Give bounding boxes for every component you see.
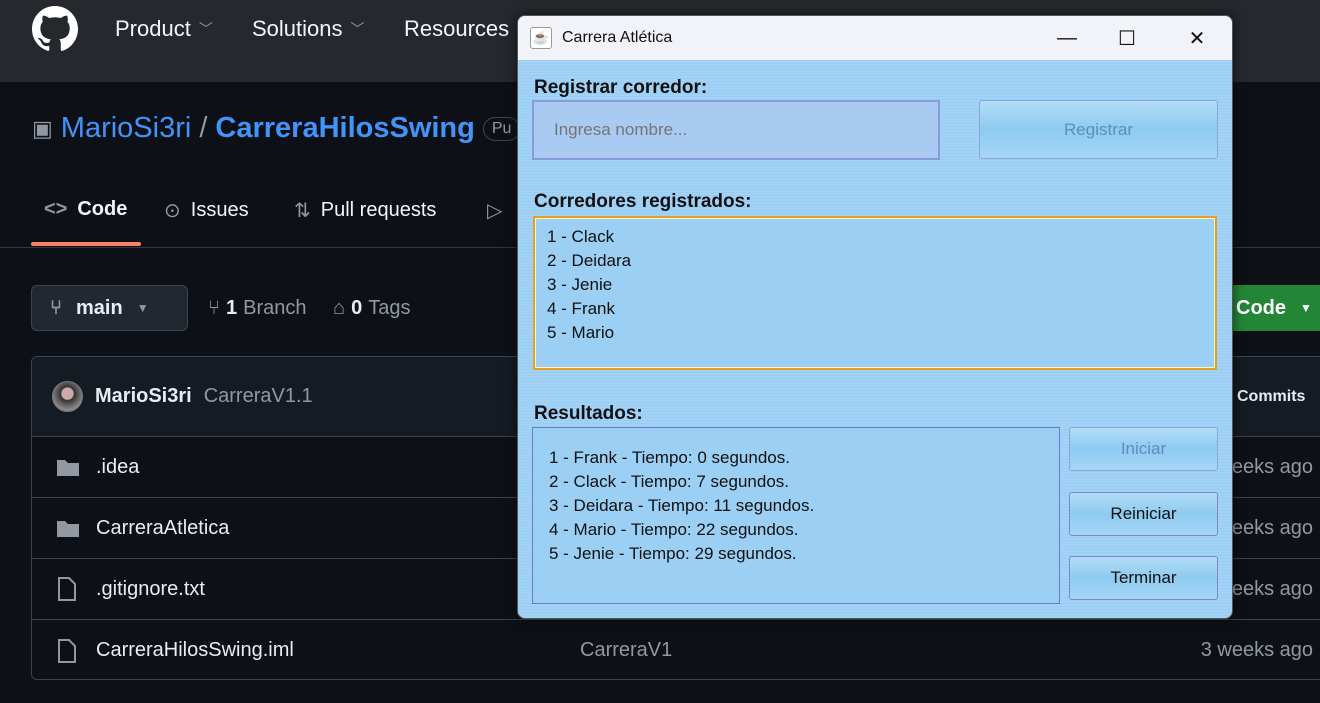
finish-button[interactable]: Terminar bbox=[1069, 556, 1218, 600]
nav-solutions[interactable]: Solutions ﹀ bbox=[252, 16, 365, 42]
result-item: 2 - Clack - Tiempo: 7 segundos. bbox=[549, 472, 790, 491]
result-item: 5 - Jenie - Tiempo: 29 segundos. bbox=[549, 544, 797, 563]
result-item: 4 - Mario - Tiempo: 22 segundos. bbox=[549, 520, 799, 539]
pull-request-icon: ⇅ bbox=[294, 200, 311, 222]
register-button[interactable]: Registrar bbox=[979, 100, 1218, 159]
java-icon: ☕ bbox=[530, 27, 552, 49]
name-input[interactable] bbox=[532, 100, 940, 160]
file-name[interactable]: .idea bbox=[96, 456, 139, 479]
file-name[interactable]: CarreraAtletica bbox=[96, 517, 229, 540]
runners-list[interactable]: 1 - Clack 2 - Deidara 3 - Jenie 4 - Fran… bbox=[533, 216, 1217, 370]
file-age: eeks ago bbox=[1231, 516, 1313, 539]
branch-icon: ⑂ bbox=[208, 297, 220, 319]
nav-resources[interactable]: Resources bbox=[404, 16, 509, 42]
file-name[interactable]: .gitignore.txt bbox=[96, 578, 205, 601]
tag-label: Tags bbox=[368, 297, 411, 319]
caret-down-icon: ▼ bbox=[1300, 301, 1312, 315]
nav-label: Solutions bbox=[252, 16, 343, 41]
code-icon: <> bbox=[44, 198, 68, 220]
tab-label: Pull requests bbox=[320, 199, 437, 221]
file-age: eeks ago bbox=[1231, 455, 1313, 478]
runners-label: Corredores registrados: bbox=[534, 191, 752, 212]
results-label: Resultados: bbox=[534, 403, 643, 424]
maximize-icon[interactable]: ☐ bbox=[1092, 16, 1162, 60]
tag-count: 0 bbox=[351, 297, 363, 319]
chevron-down-icon: ﹀ bbox=[350, 21, 365, 37]
tab-label: Code bbox=[77, 198, 128, 220]
nav-label: Product bbox=[115, 16, 191, 41]
file-icon bbox=[56, 576, 82, 602]
file-row[interactable]: CarreraHilosSwing.iml CarreraV1 3 weeks ag… bbox=[32, 620, 1320, 679]
register-label: Registrar corredor: bbox=[534, 77, 708, 98]
file-commit-message[interactable]: CarreraV1 bbox=[580, 639, 672, 662]
tag-icon: ⌂ bbox=[333, 297, 346, 319]
result-item: 1 - Frank - Tiempo: 0 segundos. bbox=[549, 448, 790, 467]
commit-message[interactable]: CarreraV1.1 bbox=[204, 385, 313, 408]
commits-link[interactable]: Commits bbox=[1237, 388, 1305, 406]
folder-icon bbox=[56, 457, 82, 477]
result-item: 3 - Deidara - Tiempo: 11 segundos. bbox=[549, 496, 815, 515]
active-tab-indicator bbox=[31, 242, 141, 246]
tab-actions[interactable]: ▷ bbox=[487, 198, 502, 223]
repo-icon: ▣ bbox=[32, 115, 53, 141]
chevron-down-icon: ﹀ bbox=[198, 21, 213, 37]
branch-count: 1 bbox=[226, 297, 238, 319]
separator: / bbox=[199, 112, 208, 144]
play-icon: ▷ bbox=[487, 200, 503, 222]
file-age: eeks ago bbox=[1231, 577, 1313, 600]
visibility-badge: Pu bbox=[482, 116, 521, 141]
code-button-label: Code bbox=[1236, 296, 1286, 319]
close-icon[interactable]: ✕ bbox=[1162, 16, 1232, 60]
title-bar[interactable]: ☕ Carrera Atlética — ☐ ✕ bbox=[518, 16, 1232, 60]
github-logo-icon[interactable] bbox=[32, 6, 78, 52]
runner-item: 2 - Deidara bbox=[547, 251, 632, 270]
folder-icon bbox=[56, 518, 82, 538]
owner-link[interactable]: MarioSi3ri bbox=[61, 112, 192, 145]
runner-item: 3 - Jenie bbox=[547, 275, 613, 294]
avatar bbox=[52, 381, 83, 412]
tags-link[interactable]: ⌂ 0 Tags bbox=[333, 297, 410, 320]
branches-link[interactable]: ⑂ 1 Branch bbox=[208, 297, 307, 320]
issue-icon: ⊙ bbox=[164, 200, 181, 222]
tab-code[interactable]: <> Code bbox=[44, 198, 127, 221]
code-button[interactable]: Code ▼ bbox=[1232, 285, 1320, 331]
branch-label: Branch bbox=[243, 297, 307, 319]
repo-link[interactable]: CarreraHilosSwing bbox=[215, 112, 474, 145]
restart-button[interactable]: Reiniciar bbox=[1069, 492, 1218, 536]
window-title: Carrera Atlética bbox=[562, 29, 673, 46]
tab-issues[interactable]: ⊙ Issues bbox=[164, 198, 249, 223]
tab-pull-requests[interactable]: ⇅ Pull requests bbox=[294, 198, 436, 223]
carrera-dialog: ☕ Carrera Atlética — ☐ ✕ Registrar corre… bbox=[517, 15, 1233, 619]
file-icon bbox=[56, 638, 82, 664]
start-button[interactable]: Iniciar bbox=[1069, 427, 1218, 471]
file-name[interactable]: CarreraHilosSwing.iml bbox=[96, 639, 294, 662]
branch-icon: ⑂ bbox=[50, 296, 62, 319]
tab-label: Issues bbox=[190, 199, 249, 221]
runner-item: 1 - Clack bbox=[547, 227, 615, 246]
file-age: 3 weeks ago bbox=[1200, 639, 1313, 661]
runner-item: 4 - Frank bbox=[547, 299, 616, 318]
commit-author[interactable]: MarioSi3ri bbox=[95, 385, 192, 408]
branch-select-button[interactable]: ⑂ main ▼ bbox=[31, 285, 188, 331]
results-area[interactable]: 1 - Frank - Tiempo: 0 segundos. 2 - Clac… bbox=[532, 427, 1060, 604]
repo-title: ▣ MarioSi3ri / CarreraHilosSwing Pu bbox=[32, 112, 521, 145]
nav-label: Resources bbox=[404, 16, 510, 41]
caret-down-icon: ▼ bbox=[136, 301, 149, 315]
branch-name: main bbox=[76, 296, 123, 319]
runner-item: 5 - Mario bbox=[547, 323, 615, 342]
nav-product[interactable]: Product ﹀ bbox=[115, 16, 213, 42]
